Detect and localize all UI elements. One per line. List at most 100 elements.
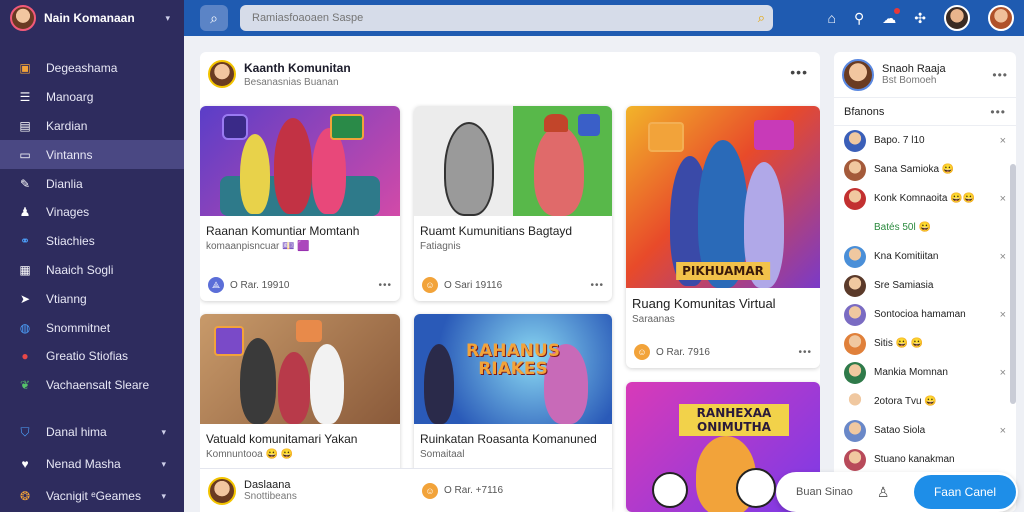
search-bar[interactable]: ⌕ xyxy=(240,5,773,31)
sidebar-item-kardian[interactable]: ▤ Kardian xyxy=(0,112,184,141)
chevron-down-icon[interactable]: ▾ xyxy=(161,459,166,470)
sidebar-item-label: Nenad Masha xyxy=(46,457,121,471)
friend-row[interactable]: 2otora Tvu 😀 xyxy=(834,387,1016,416)
brand[interactable]: Nain Komanaan ▾ xyxy=(0,0,184,36)
friend-row[interactable]: Sre Samiasia xyxy=(834,271,1016,300)
avatar xyxy=(844,217,866,239)
friend-row[interactable]: Mankia Momnan × xyxy=(834,358,1016,387)
friend-list: Bapo. 7 l10 × Sana Samioka 😀 Konk Komnaoita… xyxy=(834,126,1016,503)
friend-label: Bapo. 7 l10 xyxy=(874,135,925,146)
chevron-down-icon[interactable]: ▾ xyxy=(161,427,166,438)
sidebar-item-degeashama[interactable]: ▣ Degeashama xyxy=(0,54,184,83)
close-icon[interactable]: × xyxy=(1000,309,1006,321)
search-input[interactable] xyxy=(252,12,742,24)
close-icon[interactable]: × xyxy=(1000,367,1006,379)
sidebar-item-greatio-stiofias[interactable]: ● Greatio Stiofias xyxy=(0,342,184,371)
sidebar-item-nenad-masha[interactable]: ♥ Nenad Masha ▾ xyxy=(0,448,184,480)
close-icon[interactable]: × xyxy=(1000,135,1006,147)
sidebar-item-vachaensalt-sleare[interactable]: ❦ Vachaensalt Sleare xyxy=(0,371,184,400)
sidebar-item-label: Vacnigit ᵉGeames xyxy=(46,489,141,503)
sidebar-list: ▣ Degeashama ☰ Manoarg ▤ Kardian ▭ Vintanns … xyxy=(0,54,184,400)
user-row[interactable]: Daslaana Snottibeans xyxy=(208,476,297,505)
friend-row[interactable]: Bapo. 7 l10 × xyxy=(834,126,1016,155)
friend-row[interactable]: Konk Komnaoita 😀😀 × xyxy=(834,184,1016,213)
sidebar: Nain Komanaan ▾ ▣ Degeashama ☰ Manoarg ▤ Ka… xyxy=(0,0,184,512)
arrow-icon: ➤ xyxy=(19,291,31,306)
image-caption: RAHANUS RIAKES xyxy=(466,341,560,379)
apps-icon[interactable]: ✣ xyxy=(914,10,926,27)
post-stat: O Rar. 19910 xyxy=(230,279,290,291)
location-icon[interactable]: ⚲ xyxy=(854,10,864,27)
image-caption: RANHEXAA ONIMUTHA xyxy=(679,404,789,436)
post-card[interactable]: Ruamt Kumunitians Bagtayd Fatiagnis ☺ O … xyxy=(414,106,612,301)
sidebar-item-stiachies[interactable]: ⚭ Stiachies xyxy=(0,227,184,256)
friend-label: Konk Komnaoita 😀😀 xyxy=(874,193,976,204)
friend-row[interactable]: Stuano kanakman xyxy=(834,445,1016,474)
post-title: Vatuald komunitamari Yakan xyxy=(206,432,358,446)
more-icon[interactable]: ••• xyxy=(990,105,1006,119)
more-icon[interactable]: ••• xyxy=(992,68,1008,82)
friend-label: Batés 50l 😀 xyxy=(874,222,931,233)
pen-icon: ✎ xyxy=(19,176,31,191)
search-button[interactable]: ⌕ xyxy=(200,5,228,31)
friend-label: 2otora Tvu 😀 xyxy=(874,396,937,407)
sidebar-item-vintanns[interactable]: ▭ Vintanns xyxy=(0,140,184,170)
sidebar-item-label: Vtianng xyxy=(46,291,87,306)
more-icon[interactable]: ••• xyxy=(798,347,812,358)
friend-row[interactable]: Sitis 😀 😀 xyxy=(834,329,1016,358)
emoji-icon[interactable]: ☺ xyxy=(422,277,438,293)
post-stat: O Rar. +7116 xyxy=(444,485,504,496)
post-card[interactable]: PIKHUAMAR Ruang Komunitas Virtual Saraan… xyxy=(626,106,820,368)
post-title: Ruinkatan Roasanta Komanuned xyxy=(420,432,597,446)
emoji-icon[interactable]: ☺ xyxy=(422,482,438,499)
emoji-icon[interactable]: ☺ xyxy=(634,344,650,360)
avatar[interactable] xyxy=(988,5,1014,31)
post-footer: ⟁ O Rar. 19910 ••• xyxy=(208,277,392,293)
chevron-down-icon[interactable]: ▾ xyxy=(165,13,170,24)
avatar xyxy=(844,187,866,210)
avatar xyxy=(844,303,866,326)
sidebar-item-snommitnet[interactable]: ◍ Snommitnet xyxy=(0,313,184,342)
sidebar-item-dianlia[interactable]: ✎ Dianlia xyxy=(0,169,184,198)
friend-row[interactable]: Kna Komitiitan × xyxy=(834,242,1016,271)
close-icon[interactable]: × xyxy=(1000,425,1006,437)
more-icon[interactable]: ••• xyxy=(590,280,604,291)
user-icon[interactable]: ♙ xyxy=(877,484,890,501)
more-icon[interactable]: ••• xyxy=(378,280,392,291)
post-image: PIKHUAMAR xyxy=(626,106,820,288)
avatar[interactable] xyxy=(944,5,970,31)
post-image: RAHANUS RIAKES xyxy=(414,314,612,424)
profile-header[interactable]: Snaoh Raaja Bst Bomoeh ••• xyxy=(834,52,1016,98)
sidebar-item-label: Manoarg xyxy=(46,90,94,105)
share-icon[interactable]: ⟁ xyxy=(208,277,224,293)
post-card[interactable]: Raanan Komuntiar Momtanh komaanpisncuar … xyxy=(200,106,400,301)
topbar: ⌕ ⌕ ⌂ ⚲ ☁ ✣ xyxy=(184,0,1024,36)
friend-row[interactable]: Satao Siola × xyxy=(834,416,1016,445)
more-icon[interactable]: ••• xyxy=(790,64,808,80)
sidebar-item-manoarg[interactable]: ☰ Manoarg xyxy=(0,83,184,112)
friend-row[interactable]: Sontocioa hamaman × xyxy=(834,300,1016,329)
friend-row[interactable]: Sana Samioka 😀 xyxy=(834,155,1016,184)
post-footer: ☺ O Rar. 7916 ••• xyxy=(634,344,812,360)
sidebar-item-label: Snommitnet xyxy=(46,320,111,335)
floating-bar: Buan Sinao ♙ Faan Canel xyxy=(776,472,1018,512)
sidebar-item-vacnigit-geames[interactable]: ❂ Vacnigit ᵉGeames ▾ xyxy=(0,480,184,512)
sidebar-item-vtianng[interactable]: ➤ Vtianng xyxy=(0,284,184,313)
home-icon[interactable]: ⌂ xyxy=(828,10,836,26)
notification-icon[interactable]: ☁ xyxy=(882,7,901,27)
chevron-down-icon[interactable]: ▾ xyxy=(161,491,166,502)
friend-row[interactable]: Batés 50l 😀 xyxy=(834,213,1016,242)
close-icon[interactable]: × xyxy=(1000,251,1006,263)
scrollbar[interactable] xyxy=(1010,164,1016,404)
sidebar-item-danal-hima[interactable]: ⛉ Danal hima ▾ xyxy=(0,416,184,448)
close-icon[interactable]: × xyxy=(1000,193,1006,205)
avatar xyxy=(844,419,866,442)
sidebar-item-naaich-sogli[interactable]: ▦ Naaich Sogli xyxy=(0,256,184,285)
magnifier-icon[interactable]: ⌕ xyxy=(758,10,765,26)
avatar xyxy=(844,332,866,355)
sidebar-item-vinages[interactable]: ♟ Vinages xyxy=(0,198,184,227)
friend-label: Sre Samiasia xyxy=(874,280,934,291)
primary-button[interactable]: Faan Canel xyxy=(914,475,1016,509)
community-header[interactable]: Kaanth Komunitan Besanasnias Buanan xyxy=(208,60,351,88)
globe-icon: ◍ xyxy=(19,320,31,335)
